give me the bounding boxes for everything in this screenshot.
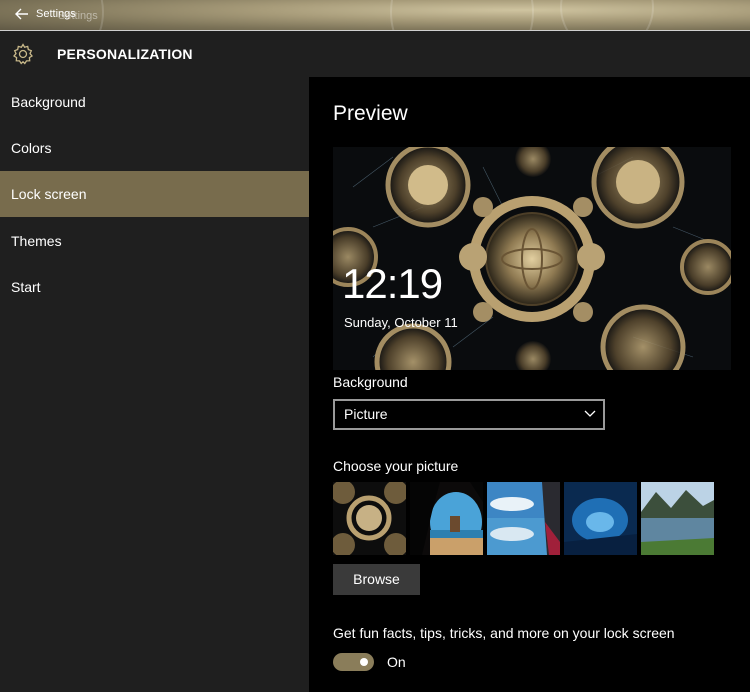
preview-date: Sunday, October 11 <box>344 315 458 330</box>
title-bar: Settings Settings <box>0 0 750 31</box>
preview-clock: 12:19 <box>342 260 443 307</box>
fun-facts-toggle[interactable] <box>333 653 374 671</box>
sidebar-item-themes[interactable]: Themes <box>0 218 309 264</box>
fractal-wallpaper <box>333 147 731 370</box>
sidebar-item-background[interactable]: Background <box>0 79 309 125</box>
sidebar: Background Colors Lock screen Themes Sta… <box>0 77 309 692</box>
choose-picture-label: Choose your picture <box>333 458 459 474</box>
sky-reflection-thumbnail[interactable] <box>487 482 560 555</box>
beach-cave-thumbnail[interactable] <box>410 482 483 555</box>
sidebar-item-start[interactable]: Start <box>0 264 309 310</box>
preview-heading: Preview <box>333 102 408 125</box>
toggle-state-label: On <box>387 654 406 670</box>
chevron-down-icon <box>583 406 597 425</box>
ice-cave-thumbnail[interactable] <box>564 482 637 555</box>
fractal-thumbnail[interactable] <box>333 482 406 555</box>
background-label: Background <box>333 374 408 390</box>
browse-button[interactable]: Browse <box>333 564 420 595</box>
toggle-knob <box>360 658 368 666</box>
page-title: PERSONALIZATION <box>57 46 193 62</box>
background-dropdown-value: Picture <box>344 406 388 422</box>
main-panel: Preview 12:19 Sunday, October 11 Backgro… <box>309 77 750 692</box>
page-header: PERSONALIZATION <box>0 31 750 77</box>
sidebar-item-lock-screen[interactable]: Lock screen <box>0 171 309 217</box>
window-title-ghost: Settings <box>58 10 98 22</box>
back-arrow-icon[interactable] <box>14 6 32 24</box>
mountain-lake-thumbnail[interactable] <box>641 482 714 555</box>
lock-screen-preview: 12:19 Sunday, October 11 <box>333 147 731 370</box>
gear-icon <box>11 42 35 66</box>
background-dropdown[interactable]: Picture <box>333 399 605 430</box>
sidebar-item-colors[interactable]: Colors <box>0 125 309 171</box>
fun-facts-label: Get fun facts, tips, tricks, and more on… <box>333 625 675 641</box>
